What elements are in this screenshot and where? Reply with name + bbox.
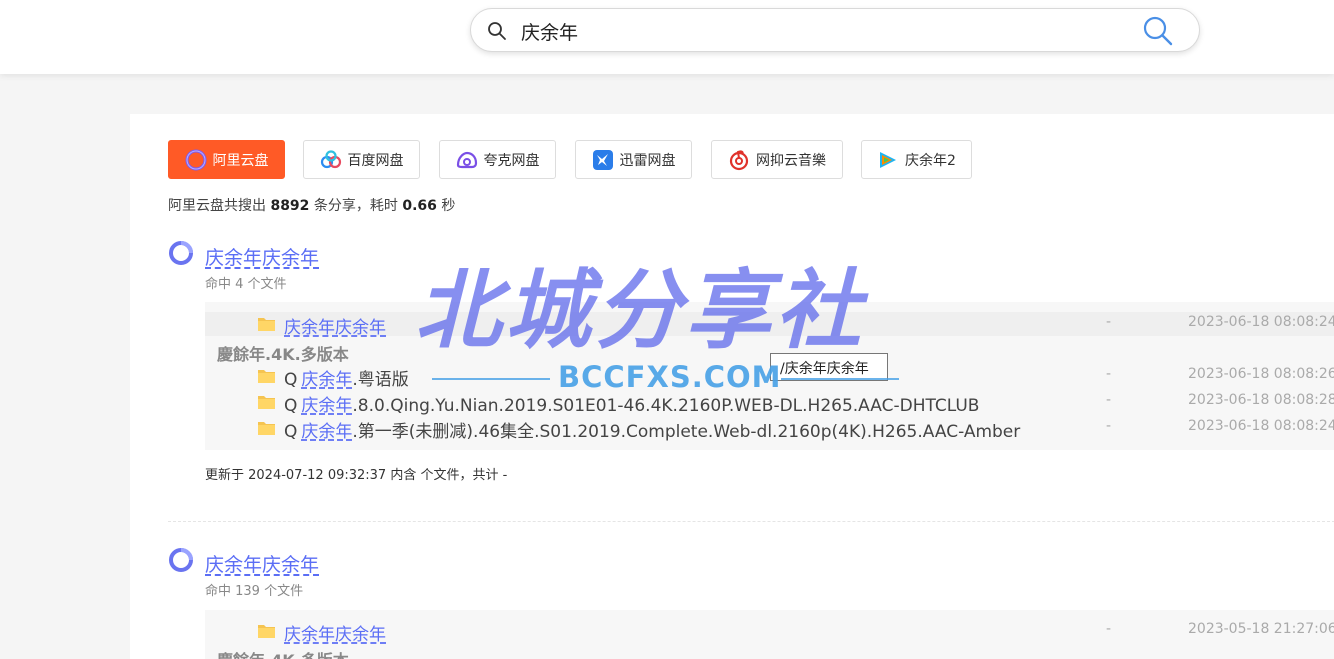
search-box[interactable]: [470, 8, 1200, 52]
updated-info: 更新于 2024-07-12 09:32:37 内含 个文件，共计 -: [205, 468, 508, 483]
keyword-link[interactable]: 庆余年庆余年: [284, 625, 386, 645]
tab-label: 夸克网盘: [483, 152, 540, 169]
file-name-rest: .8.0.Qing.Yu.Nian.2019.S01E01-46.4K.2160…: [352, 396, 980, 416]
folder-icon: [258, 396, 275, 409]
file-name: Q 庆余年.8.0.Qing.Yu.Nian.2019.S01E01-46.4K.…: [284, 391, 979, 416]
stats-count: 8892: [270, 198, 310, 214]
tencent-video-icon: [880, 151, 897, 168]
result-divider: [168, 521, 1334, 522]
search-icon: [488, 22, 506, 40]
file-size: -: [1106, 392, 1112, 408]
folder-icon: [258, 370, 275, 383]
folder-icon: [258, 318, 275, 331]
stats-mid: 条分享，耗时: [313, 198, 398, 214]
stats-prefix: 阿里云盘共搜出: [168, 198, 266, 214]
aliyun-drive-logo-icon: [169, 241, 193, 265]
file-size: -: [1106, 418, 1112, 434]
aliyun-drive-icon: [185, 149, 206, 170]
group-name: 慶餘年.4K.多版本: [217, 647, 349, 659]
file-date: 2023-06-18 08:08:26: [1188, 366, 1334, 382]
stats-suffix: 秒: [441, 198, 456, 214]
xunlei-icon: [592, 149, 613, 170]
q-marker: Q: [284, 422, 298, 442]
stats-time: 0.66: [402, 198, 437, 214]
file-size: -: [1106, 621, 1112, 637]
search-submit-icon[interactable]: [1141, 15, 1175, 47]
tab-baidu-netdisk[interactable]: 百度网盘: [303, 140, 420, 179]
keyword-link[interactable]: 庆余年庆余年: [284, 318, 386, 338]
tab-label: 迅雷网盘: [619, 152, 676, 169]
keyword-link[interactable]: 庆余年: [301, 370, 352, 390]
baidu-netdisk-icon: [320, 149, 341, 168]
file-row[interactable]: 庆余年庆余年 - 2023-06-18 08:08:24: [205, 312, 1334, 338]
search-input[interactable]: [521, 19, 1081, 43]
file-size: -: [1106, 314, 1112, 330]
group-name: 慶餘年.4K.多版本: [217, 345, 349, 364]
tab-tencent-video[interactable]: 庆余年2: [861, 140, 972, 179]
result-title-2[interactable]: 庆余年庆余年: [205, 550, 319, 577]
file-name: Q 庆余年.第一季(未删减).46集全.S01.2019.Complete.Web…: [284, 417, 1020, 442]
quark-drive-icon: [456, 151, 477, 168]
tab-netease-music[interactable]: 网抑云音樂: [711, 140, 843, 179]
q-marker: Q: [284, 370, 298, 390]
file-name-rest: .粤语版: [352, 370, 409, 390]
file-date: 2023-06-18 08:08:28: [1188, 392, 1334, 408]
aliyun-drive-logo-icon: [169, 548, 193, 572]
file-name: 庆余年庆余年: [284, 620, 386, 645]
search-stats: 阿里云盘共搜出 8892 条分享，耗时 0.66 秒: [168, 195, 455, 215]
tab-aliyun-drive[interactable]: 阿里云盘: [168, 140, 285, 179]
tab-xunlei[interactable]: 迅雷网盘: [575, 140, 692, 179]
tab-label: 庆余年2: [905, 152, 956, 169]
file-name-rest: .第一季(未删减).46集全.S01.2019.Complete.Web-dl.…: [352, 422, 1021, 442]
keyword-link[interactable]: 庆余年: [301, 396, 352, 416]
result-hits-1: 命中 4 个文件: [205, 277, 287, 292]
result-hits-2: 命中 139 个文件: [205, 584, 304, 599]
file-date: 2023-05-18 21:27:06: [1188, 621, 1334, 637]
folder-icon: [258, 422, 275, 435]
top-bar: [0, 0, 1334, 74]
file-list-2: 庆余年庆余年 - 2023-05-18 21:27:06 慶餘年.4K.多版本: [205, 610, 1334, 659]
file-row[interactable]: Q 庆余年.8.0.Qing.Yu.Nian.2019.S01E01-46.4K.…: [205, 390, 1334, 416]
file-name: 庆余年庆余年: [284, 313, 386, 338]
file-row[interactable]: Q 庆余年.第一季(未删减).46集全.S01.2019.Complete.Web…: [205, 416, 1334, 442]
file-row[interactable]: 庆余年庆余年 - 2023-05-18 21:27:06: [205, 619, 1334, 645]
tab-label: 网抑云音樂: [756, 152, 826, 169]
tab-label: 阿里云盘: [212, 152, 269, 169]
file-date: 2023-06-18 08:08:24: [1188, 418, 1334, 434]
file-size: -: [1106, 366, 1112, 382]
keyword-link[interactable]: 庆余年: [301, 422, 352, 442]
q-marker: Q: [284, 396, 298, 416]
result-title-1[interactable]: 庆余年庆余年: [205, 243, 319, 270]
tooltip: /庆余年庆余年: [770, 353, 888, 381]
file-date: 2023-06-18 08:08:24: [1188, 314, 1334, 330]
folder-icon: [258, 625, 275, 638]
netease-music-icon: [729, 149, 749, 170]
tab-label: 百度网盘: [347, 152, 404, 169]
tab-quark-drive[interactable]: 夸克网盘: [439, 140, 556, 179]
results-panel: 阿里云盘 百度网盘 夸克网盘 迅雷网盘 网抑云音樂 庆余年2 阿里云盘共搜出 8…: [130, 114, 1334, 659]
file-name: Q 庆余年.粤语版: [284, 365, 409, 390]
